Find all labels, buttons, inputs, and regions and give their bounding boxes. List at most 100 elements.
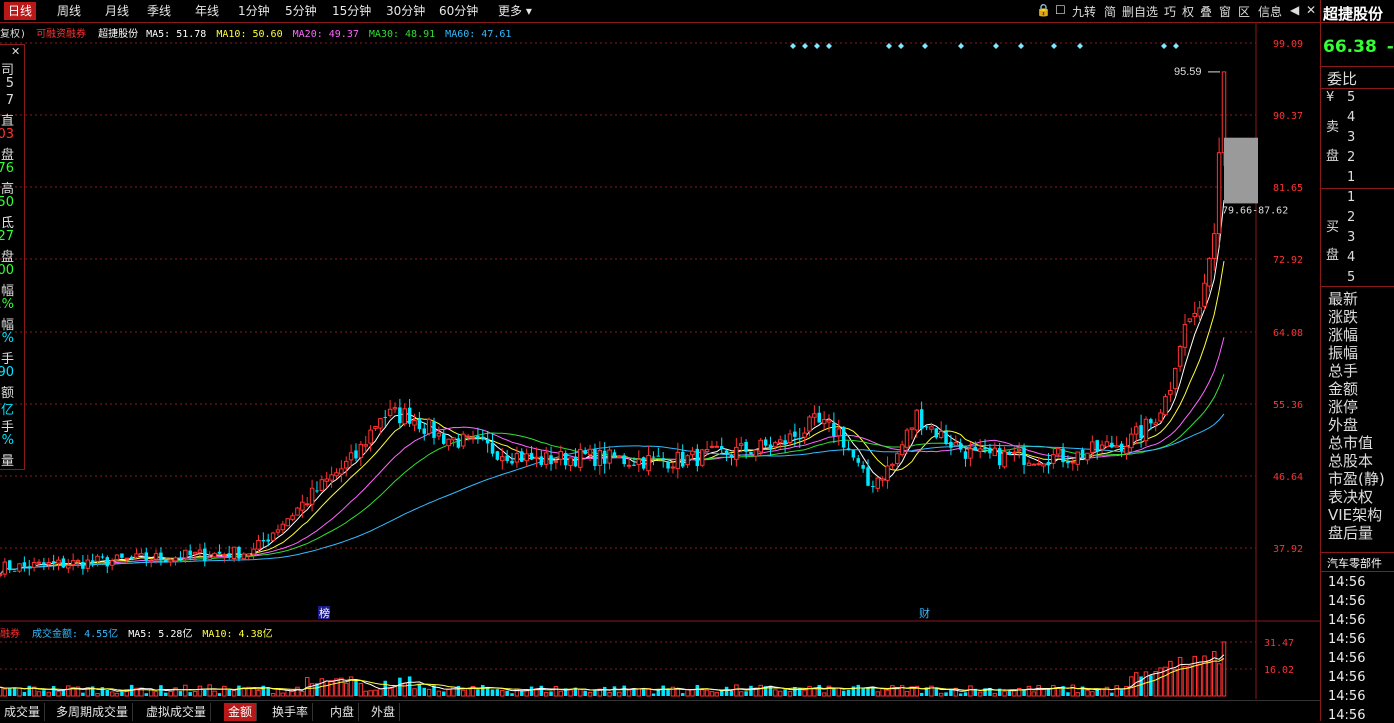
candle-body[interactable] <box>1041 463 1046 467</box>
candle-body[interactable] <box>787 433 793 444</box>
candle-body[interactable] <box>378 418 383 429</box>
candle-body[interactable] <box>777 439 783 443</box>
candle-body[interactable] <box>266 539 270 542</box>
candle-body[interactable] <box>520 451 524 462</box>
candle-body[interactable] <box>719 446 724 450</box>
candle-body[interactable] <box>836 428 842 437</box>
candle-body[interactable] <box>558 450 564 460</box>
candle-body[interactable] <box>1168 389 1173 395</box>
candle-body[interactable] <box>178 557 183 560</box>
candle-body[interactable] <box>758 439 763 453</box>
candle-body[interactable] <box>203 548 207 561</box>
candle-body[interactable] <box>1207 257 1212 287</box>
candle-body[interactable] <box>514 453 520 463</box>
candle-body[interactable] <box>626 464 632 467</box>
lock-icon[interactable]: 🔒 <box>1036 3 1051 17</box>
candle-body[interactable] <box>1022 447 1026 465</box>
candle-body[interactable] <box>183 549 188 559</box>
candle-body[interactable] <box>670 466 676 469</box>
event-marker-bang[interactable]: 榜 <box>319 606 330 620</box>
candle-body[interactable] <box>1114 445 1119 448</box>
candle-body[interactable] <box>641 457 646 469</box>
candle-body[interactable] <box>383 416 387 418</box>
buy-level-2[interactable]: 2 <box>1347 210 1355 225</box>
candle-body[interactable] <box>120 553 124 558</box>
candle-body[interactable] <box>543 452 549 465</box>
candle-body[interactable] <box>51 561 56 563</box>
candle-body[interactable] <box>1085 452 1090 461</box>
candle-body[interactable] <box>1153 422 1158 426</box>
candle-body[interactable] <box>81 561 85 569</box>
period-tab-10[interactable]: 更多 ▾ <box>494 2 536 20</box>
jiuzhuan-button[interactable]: 九转 <box>1072 3 1096 20</box>
candle-body[interactable] <box>1016 448 1022 452</box>
candle-body[interactable] <box>617 455 622 458</box>
close-panel-icon[interactable]: ✕ <box>11 45 20 58</box>
candle-body[interactable] <box>237 546 241 559</box>
remove-watchlist-button[interactable]: 删自选 <box>1122 3 1158 20</box>
candle-body[interactable] <box>953 442 959 447</box>
candle-body[interactable] <box>632 464 636 466</box>
candle-body[interactable] <box>1211 233 1217 259</box>
candle-body[interactable] <box>192 551 198 555</box>
candle-body[interactable] <box>12 570 17 572</box>
candle-body[interactable] <box>1080 449 1085 459</box>
candle-body[interactable] <box>1172 367 1178 390</box>
candle-body[interactable] <box>578 448 583 468</box>
candle-body[interactable] <box>324 478 329 482</box>
candle-body[interactable] <box>27 566 32 569</box>
candle-body[interactable] <box>699 449 705 466</box>
candle-body[interactable] <box>895 453 900 464</box>
candle-body[interactable] <box>164 559 168 563</box>
candle-body[interactable] <box>1046 461 1051 466</box>
candle-body[interactable] <box>1182 323 1188 348</box>
candle-body[interactable] <box>866 467 870 486</box>
candle-body[interactable] <box>148 560 154 563</box>
candle-body[interactable] <box>432 421 436 438</box>
candle-body[interactable] <box>919 409 924 429</box>
candle-body[interactable] <box>651 456 656 458</box>
candle-body[interactable] <box>1216 152 1222 235</box>
candle-body[interactable] <box>114 554 120 561</box>
candle-body[interactable] <box>690 450 695 456</box>
candle-body[interactable] <box>685 455 690 466</box>
candle-body[interactable] <box>1095 440 1099 452</box>
candle-body[interactable] <box>1012 451 1017 454</box>
candle-body[interactable] <box>568 457 573 466</box>
candle-body[interactable] <box>714 445 720 448</box>
candle-body[interactable] <box>802 432 807 438</box>
sell-level-5[interactable]: 5 <box>1347 90 1355 105</box>
period-tab-1[interactable]: 周线 <box>53 2 85 20</box>
candle-body[interactable] <box>256 539 261 550</box>
candle-body[interactable] <box>31 562 37 568</box>
candle-body[interactable] <box>1139 425 1143 439</box>
candle-body[interactable] <box>938 431 944 438</box>
candle-body[interactable] <box>593 449 597 467</box>
candle-body[interactable] <box>1133 426 1139 435</box>
smart-button[interactable]: 巧 <box>1164 3 1176 20</box>
candle-body[interactable] <box>485 438 490 444</box>
candle-body[interactable] <box>763 439 768 446</box>
candle-body[interactable] <box>348 452 354 461</box>
candle-body[interactable] <box>470 436 476 439</box>
bottom-tab-3[interactable]: 金额 <box>224 703 258 721</box>
candle-body[interactable] <box>95 555 100 562</box>
candle-body[interactable] <box>134 553 139 558</box>
candle-body[interactable] <box>61 558 66 568</box>
candle-body[interactable] <box>749 451 753 455</box>
sell-level-2[interactable]: 2 <box>1347 150 1355 165</box>
candle-body[interactable] <box>1143 418 1149 442</box>
candle-body[interactable] <box>442 434 446 444</box>
candle-body[interactable] <box>861 465 865 469</box>
candle-body[interactable] <box>880 478 885 481</box>
candle-body[interactable] <box>871 486 875 488</box>
candle-body[interactable] <box>1031 463 1037 466</box>
candle-body[interactable] <box>0 574 3 577</box>
candle-body[interactable] <box>373 425 378 429</box>
candle-body[interactable] <box>904 429 910 448</box>
rights-button[interactable]: 权 <box>1182 3 1194 20</box>
candle-body[interactable] <box>309 487 315 505</box>
candle-body[interactable] <box>856 458 861 463</box>
candle-body[interactable] <box>524 453 529 462</box>
candle-body[interactable] <box>1099 444 1105 450</box>
